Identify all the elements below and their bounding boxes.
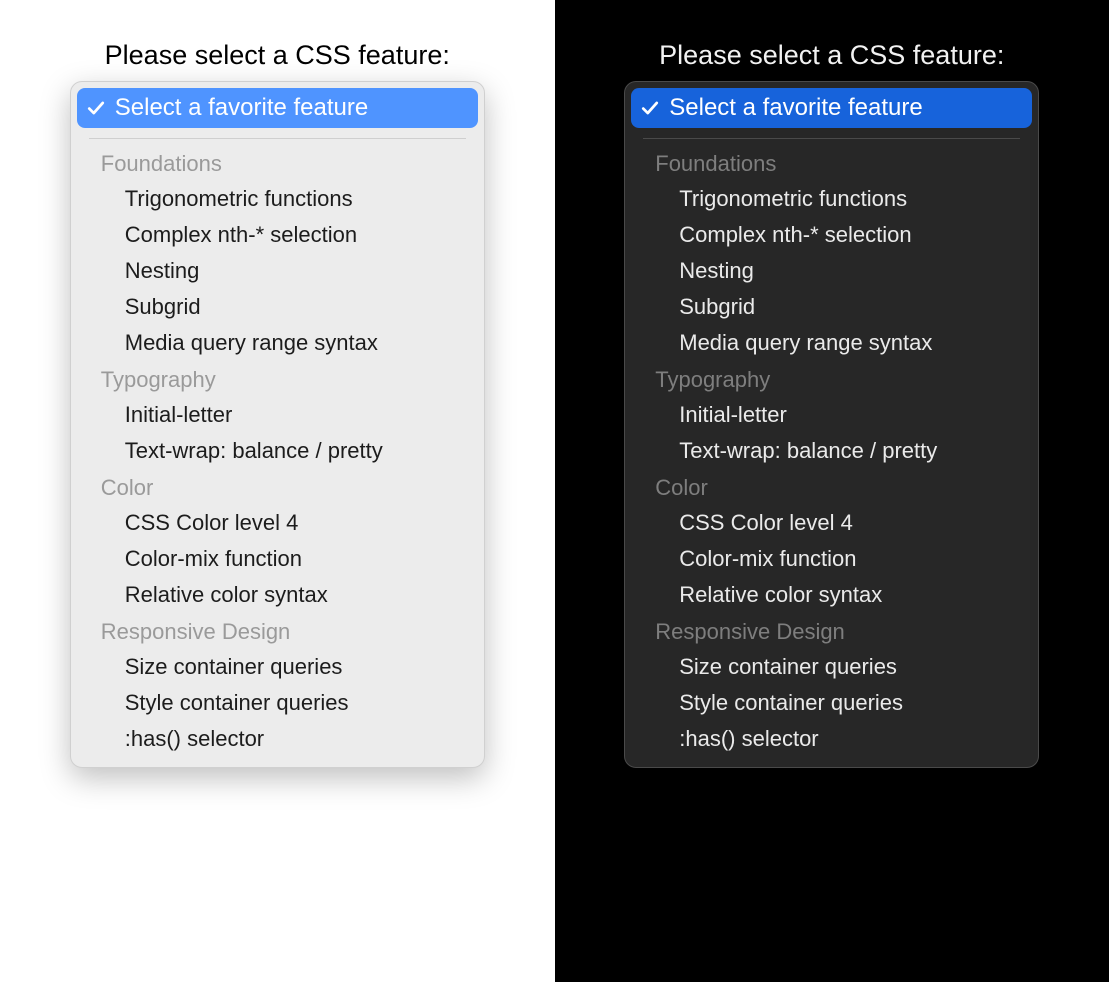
- optgroup-header: Responsive Design: [77, 613, 478, 649]
- selected-option-label: Select a favorite feature: [115, 94, 368, 122]
- dropdown-option[interactable]: Initial-letter: [631, 397, 1032, 433]
- optgroup-header: Typography: [631, 361, 1032, 397]
- divider: [89, 138, 466, 139]
- dropdown-option[interactable]: :has() selector: [631, 721, 1032, 757]
- dropdown-option[interactable]: Complex nth-* selection: [631, 217, 1032, 253]
- optgroup-header: Color: [77, 469, 478, 505]
- dropdown-option[interactable]: Text-wrap: balance / pretty: [631, 433, 1032, 469]
- optgroup-header: Foundations: [631, 145, 1032, 181]
- dropdown-option[interactable]: Subgrid: [631, 289, 1032, 325]
- selected-option-row[interactable]: Select a favorite feature: [631, 88, 1032, 128]
- dropdown-option[interactable]: Media query range syntax: [631, 325, 1032, 361]
- dropdown-option[interactable]: Color-mix function: [631, 541, 1032, 577]
- dropdown-option[interactable]: CSS Color level 4: [631, 505, 1032, 541]
- prompt-label: Please select a CSS feature:: [105, 40, 450, 71]
- prompt-label: Please select a CSS feature:: [659, 40, 1004, 71]
- css-feature-dropdown[interactable]: Select a favorite feature Foundations Tr…: [70, 81, 485, 768]
- dropdown-option[interactable]: Style container queries: [77, 685, 478, 721]
- dropdown-option[interactable]: Style container queries: [631, 685, 1032, 721]
- dropdown-option[interactable]: Size container queries: [631, 649, 1032, 685]
- dropdown-option[interactable]: Initial-letter: [77, 397, 478, 433]
- dropdown-option[interactable]: Media query range syntax: [77, 325, 478, 361]
- divider: [643, 138, 1020, 139]
- optgroup-header: Foundations: [77, 145, 478, 181]
- optgroup-header: Responsive Design: [631, 613, 1032, 649]
- selected-option-row[interactable]: Select a favorite feature: [77, 88, 478, 128]
- dropdown-option[interactable]: Nesting: [77, 253, 478, 289]
- dropdown-option[interactable]: Size container queries: [77, 649, 478, 685]
- css-feature-dropdown[interactable]: Select a favorite feature Foundations Tr…: [624, 81, 1039, 768]
- dropdown-option[interactable]: Nesting: [631, 253, 1032, 289]
- checkmark-icon: [87, 99, 105, 117]
- optgroup-header: Color: [631, 469, 1032, 505]
- dropdown-option[interactable]: Trigonometric functions: [631, 181, 1032, 217]
- dropdown-option[interactable]: Text-wrap: balance / pretty: [77, 433, 478, 469]
- dropdown-option[interactable]: :has() selector: [77, 721, 478, 757]
- dropdown-option[interactable]: CSS Color level 4: [77, 505, 478, 541]
- dropdown-option[interactable]: Subgrid: [77, 289, 478, 325]
- dark-theme-pane: Please select a CSS feature: Select a fa…: [555, 0, 1109, 982]
- optgroup-header: Typography: [77, 361, 478, 397]
- dropdown-option[interactable]: Complex nth-* selection: [77, 217, 478, 253]
- light-theme-pane: Please select a CSS feature: Select a fa…: [0, 0, 555, 982]
- dropdown-option[interactable]: Relative color syntax: [631, 577, 1032, 613]
- selected-option-label: Select a favorite feature: [669, 94, 922, 122]
- dropdown-option[interactable]: Trigonometric functions: [77, 181, 478, 217]
- checkmark-icon: [641, 99, 659, 117]
- dropdown-option[interactable]: Relative color syntax: [77, 577, 478, 613]
- dropdown-option[interactable]: Color-mix function: [77, 541, 478, 577]
